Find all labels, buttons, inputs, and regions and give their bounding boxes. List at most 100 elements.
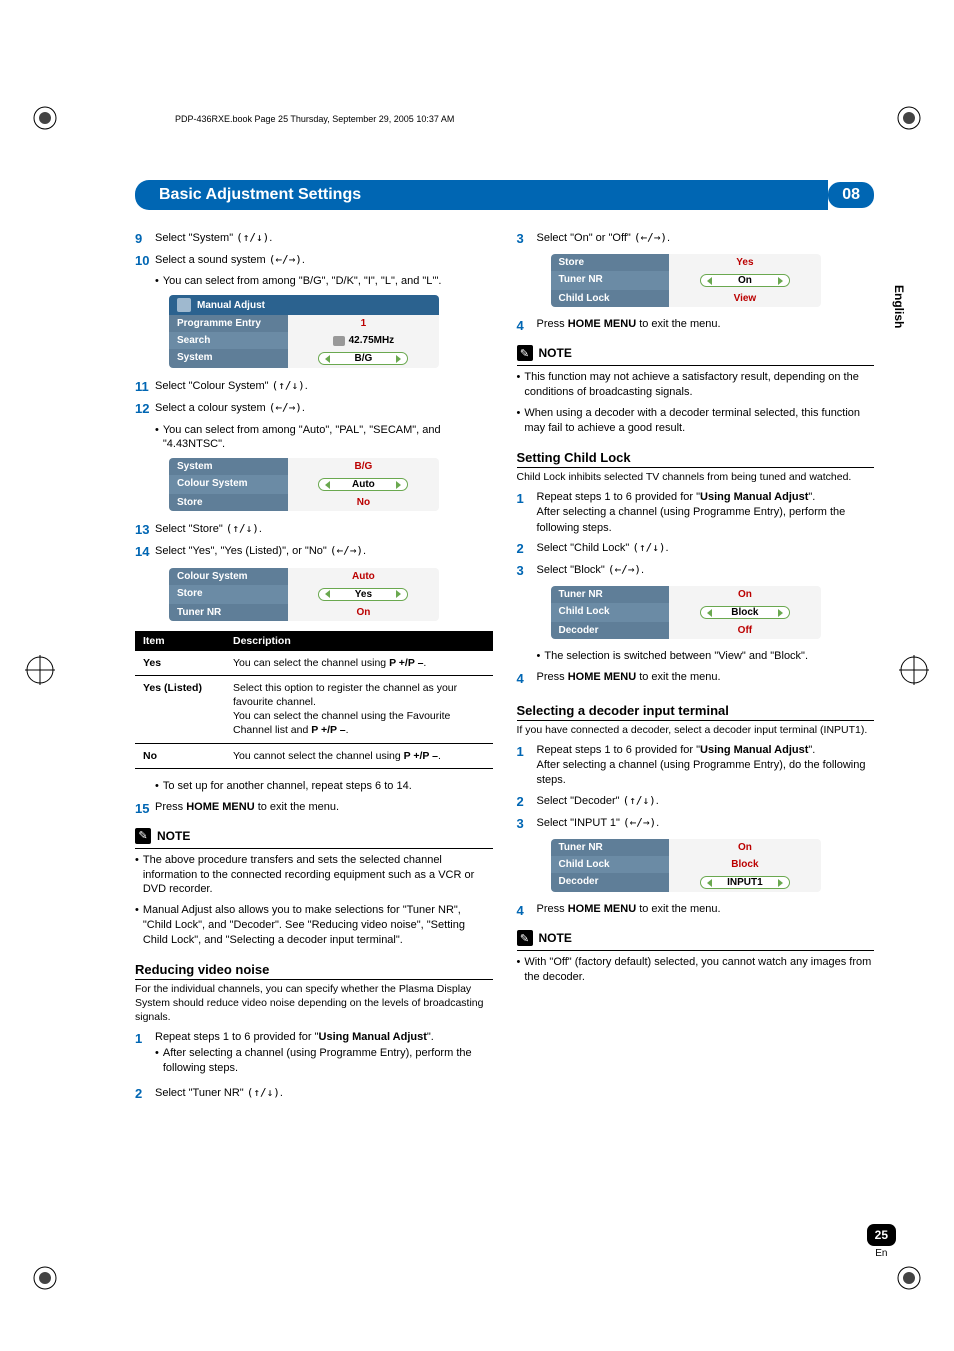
bullet-text: After selecting a channel (using Program… (163, 1046, 493, 1076)
osd-menu-tuner-nr: StoreYes Tuner NROn Child LockView (551, 254, 821, 307)
note-label: NOTE (157, 829, 190, 843)
arrows-icon: (←/→) (608, 563, 641, 576)
step-number: 4 (517, 670, 537, 688)
step-number: 4 (517, 902, 537, 920)
step-text: Select a colour system (155, 402, 269, 414)
menu-value: Yes (288, 585, 439, 604)
registration-mark-icon (25, 655, 55, 685)
section-sub: Child Lock inhibits selected TV channels… (517, 470, 875, 484)
menu-value: Block (669, 603, 820, 622)
book-header: PDP-436RXE.book Page 25 Thursday, Septem… (175, 114, 454, 124)
menu-label: Decoder (551, 622, 670, 639)
step-text: Select a sound system (155, 254, 269, 266)
bullet-text: You can select from among "B/G", "D/K", … (163, 274, 493, 289)
section-title: Selecting a decoder input terminal (517, 703, 875, 721)
step-number: 15 (135, 800, 155, 818)
step-text: Select "Decoder" (537, 795, 623, 807)
step-text: Select "System" (155, 232, 236, 244)
bullet-text: You can select from among "Auto", "PAL",… (163, 423, 493, 453)
arrows-icon: (←/→) (269, 401, 302, 414)
step-number: 3 (517, 815, 537, 833)
arrows-icon: (↑/↓) (623, 794, 656, 807)
step-number: 2 (135, 1085, 155, 1103)
note-text: When using a decoder with a decoder term… (524, 406, 874, 436)
menu-title: Manual Adjust (197, 300, 265, 311)
note-text: With "Off" (factory default) selected, y… (524, 955, 874, 985)
crop-mark-icon (32, 1265, 58, 1291)
step-text: Select "Yes", "Yes (Listed)", or "No" (155, 545, 330, 557)
menu-value: B/G (288, 349, 439, 368)
menu-label: Store (169, 494, 288, 511)
note-label: NOTE (539, 346, 572, 360)
step-number: 4 (517, 317, 537, 335)
note-text: Manual Adjust also allows you to make se… (143, 903, 493, 948)
osd-menu-manual-adjust: Manual Adjust Programme Entry1 Search42.… (169, 295, 439, 368)
page-number: 25 (867, 1224, 896, 1246)
step-text: Press (537, 671, 568, 683)
osd-menu-child-lock: Tuner NROn Child LockBlock DecoderOff (551, 586, 821, 639)
table-cell: No (135, 743, 225, 768)
menu-label: Search (169, 332, 288, 349)
crop-mark-icon (32, 105, 58, 131)
menu-value: Block (669, 856, 820, 873)
note-icon: ✎ (517, 345, 533, 361)
note-text: The above procedure transfers and sets t… (143, 853, 493, 898)
section-sub: For the individual channels, you can spe… (135, 982, 493, 1025)
table-cell: Yes (135, 651, 225, 676)
arrows-icon: (↑/↓) (632, 541, 665, 554)
step-text: Select "Block" (537, 564, 608, 576)
section-sub: If you have connected a decoder, select … (517, 723, 875, 737)
arrows-icon: (←/→) (623, 816, 656, 829)
menu-label: Tuner NR (551, 586, 670, 603)
table-cell: Select this option to register the chann… (225, 675, 493, 743)
note-text: This function may not achieve a satisfac… (524, 370, 874, 400)
menu-value: 42.75MHz (288, 332, 439, 349)
menu-value: On (669, 271, 820, 290)
menu-label: Tuner NR (551, 839, 670, 856)
menu-value: B/G (288, 458, 439, 475)
menu-label: Decoder (551, 873, 670, 892)
arrows-icon: (↑/↓) (226, 522, 259, 535)
arrows-icon: (↑/↓) (247, 1086, 280, 1099)
language-tab: English (892, 285, 906, 328)
step-text: Select "Child Lock" (537, 542, 633, 554)
step-text: Press (155, 801, 186, 813)
menu-value: On (669, 839, 820, 856)
note-label: NOTE (539, 931, 572, 945)
page-title: Basic Adjustment Settings (135, 180, 828, 210)
step-text: Select "Tuner NR" (155, 1087, 247, 1099)
arrows-icon: (←/→) (634, 231, 667, 244)
menu-value: On (288, 604, 439, 621)
step-number: 3 (517, 562, 537, 580)
osd-menu-decoder: Tuner NROn Child LockBlock DecoderINPUT1 (551, 839, 821, 892)
step-number: 9 (135, 230, 155, 248)
step-number: 10 (135, 252, 155, 270)
menu-value: 1 (288, 315, 439, 332)
step-number: 13 (135, 521, 155, 539)
registration-mark-icon (899, 655, 929, 685)
menu-label: Colour System (169, 568, 288, 585)
step-number: 2 (517, 540, 537, 558)
menu-value: Auto (288, 568, 439, 585)
table-header: Item (135, 631, 225, 651)
menu-label: Child Lock (551, 856, 670, 873)
step-text: Select "Colour System" (155, 380, 272, 392)
table-header: Description (225, 631, 493, 651)
description-table: ItemDescription YesYou can select the ch… (135, 631, 493, 769)
step-number: 1 (517, 743, 537, 789)
bullet-text: To set up for another channel, repeat st… (163, 779, 493, 794)
step-text: Repeat steps 1 to 6 provided for " (537, 491, 701, 503)
menu-label: Store (551, 254, 670, 271)
step-text: Select "INPUT 1" (537, 817, 623, 829)
menu-label: System (169, 458, 288, 475)
step-sub: After selecting a channel (using Program… (537, 759, 866, 786)
menu-label: Programme Entry (169, 315, 288, 332)
step-number: 1 (517, 490, 537, 536)
menu-label: Store (169, 585, 288, 604)
menu-label: Child Lock (551, 290, 670, 307)
left-column: 9Select "System" (↑/↓). 10Select a sound… (135, 230, 493, 1108)
step-text: Press (537, 903, 568, 915)
menu-value: Auto (288, 475, 439, 494)
title-bar: Basic Adjustment Settings 08 (135, 180, 874, 210)
table-cell: Yes (Listed) (135, 675, 225, 743)
